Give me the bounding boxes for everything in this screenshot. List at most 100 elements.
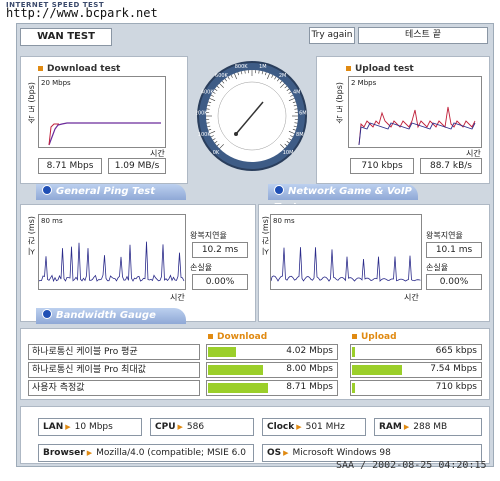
game-ping-loss-label: 손실율 <box>426 263 449 272</box>
bandwidth-row-label: 하나로통신 케이블 Pro 평균 <box>28 344 200 360</box>
upload-bar-value: 665 kbps <box>435 346 477 356</box>
browser-label: Browser <box>39 448 92 458</box>
download-bar: 8.71 Mbps <box>206 380 338 396</box>
play-dot-icon <box>42 309 52 319</box>
gauge-tick-label: 0K <box>213 150 220 156</box>
game-ping-scale: 80 ms <box>273 217 295 225</box>
upload-test-title: Upload test <box>346 64 414 74</box>
upload-ylabel: 속 도 (bps) <box>335 82 344 124</box>
general-ping-loss-label: 손실율 <box>190 263 213 272</box>
download-ylabel: 속 도 (bps) <box>27 82 36 124</box>
upload-bar: 710 kbps <box>350 380 482 396</box>
browser-value: Mozilla/4.0 (compatible; MSIE 6.0 <box>96 448 246 458</box>
upload-bar-fill <box>352 365 402 375</box>
timestamp: SAA / 2002-08-25 04:20:15 <box>336 460 487 471</box>
download-bytes: 1.09 MB/s <box>108 158 166 174</box>
download-bar-value: 8.71 Mbps <box>286 382 333 392</box>
upload-line <box>358 106 476 146</box>
download-test-title: Download test <box>38 64 120 74</box>
download-bar-value: 8.00 Mbps <box>286 364 333 374</box>
download-bar-fill <box>208 365 263 375</box>
play-dot-icon <box>42 185 52 195</box>
game-ping-xlabel: 시간 <box>404 293 419 302</box>
gauge-tick-label: 100K <box>198 132 212 138</box>
bandwidth-row-label: 사용자 측정값 <box>28 380 200 396</box>
upload-bar-fill <box>352 347 355 357</box>
upload-line-chart <box>358 106 476 146</box>
upload-bytes: 88.7 kB/s <box>420 158 482 174</box>
gauge-tick-label: 800K <box>235 64 249 70</box>
upload-bar-fill <box>352 383 355 393</box>
gauge-tick-label: 1M <box>259 64 267 70</box>
gauge-tick-label: 200K <box>196 110 208 116</box>
os-label: OS <box>263 448 289 458</box>
tab-wan-test[interactable]: WAN TEST <box>20 28 112 46</box>
upload-bar-value: 7.54 Mbps <box>430 364 477 374</box>
clock-label: Clock <box>263 422 302 432</box>
ping-line <box>38 241 185 283</box>
game-ping-rtt: 10.1 ms <box>426 242 482 258</box>
lan-label: LAN <box>39 422 71 432</box>
clock-info: Clock501 MHz <box>262 418 366 436</box>
general-ping-ylabel: 시 간 (ms) <box>27 216 36 256</box>
upload-bar-value: 710 kbps <box>435 382 477 392</box>
upload-graph: 2 Mbps <box>348 76 482 148</box>
upload-avg-line <box>358 122 476 146</box>
bandwidth-row-label: 하나로통신 케이블 Pro 최대값 <box>28 362 200 378</box>
general-ping-rtt-label: 왕복지연율 <box>190 231 227 240</box>
upload-scale: 2 Mbps <box>351 79 377 87</box>
os-value: Microsoft Windows 98 <box>292 448 391 458</box>
bandwidth-gauge-header[interactable]: Bandwidth Gauge <box>36 308 186 324</box>
download-bar: 4.02 Mbps <box>206 344 338 360</box>
game-ping-loss: 0.00% <box>426 274 482 290</box>
gauge-tick-label: 6M <box>299 110 307 116</box>
bandwidth-download-header: Download <box>208 332 267 342</box>
clock-value: 501 MHz <box>305 422 345 432</box>
bandwidth-gauge-title: Bandwidth Gauge <box>56 310 156 321</box>
lan-value: 10 Mbps <box>74 422 113 432</box>
ping-line <box>270 247 421 282</box>
ram-label: RAM <box>375 422 409 432</box>
download-bar-value: 4.02 Mbps <box>286 346 333 356</box>
gauge-tick-label: 600K <box>215 73 229 79</box>
download-graph: 20 Mbps <box>38 76 166 148</box>
upload-bps: 710 kbps <box>350 158 414 174</box>
general-ping-xlabel: 시간 <box>170 293 185 302</box>
gauge-tick-label: 10M <box>283 150 294 156</box>
download-line <box>48 122 161 146</box>
general-ping-header[interactable]: General Ping Test <box>36 184 186 200</box>
upload-bar: 665 kbps <box>350 344 482 360</box>
ram-info: RAM 288 MB <box>374 418 482 436</box>
play-dot-icon <box>274 185 284 195</box>
cpu-info: CPU586 <box>150 418 254 436</box>
download-bps: 8.71 Mbps <box>38 158 102 174</box>
lan-info: LAN10 Mbps <box>38 418 142 436</box>
general-ping-scale: 80 ms <box>41 217 63 225</box>
gauge-tick-label: 8M <box>296 132 304 138</box>
upload-bar: 7.54 Mbps <box>350 362 482 378</box>
game-ping-header[interactable]: Network Game & VoIP Test <box>268 184 418 213</box>
game-ping-rtt-label: 왕복지연율 <box>426 231 463 240</box>
general-ping-loss: 0.00% <box>192 274 248 290</box>
speed-gauge: 0K 100K 200K 400K 600K 800K 1M 2M 4M 6M 8M 10M <box>195 60 308 172</box>
general-ping-graph: 80 ms <box>38 214 186 290</box>
download-bar-fill <box>208 347 236 357</box>
game-ping-chart <box>270 247 421 282</box>
download-line-chart <box>48 122 161 146</box>
try-again-button[interactable]: Try again <box>309 27 355 44</box>
ram-value: 288 MB <box>413 422 448 432</box>
general-ping-chart <box>38 241 185 283</box>
gauge-tick-label: 4M <box>293 90 301 96</box>
cpu-label: CPU <box>151 422 183 432</box>
download-bar-fill <box>208 383 268 393</box>
download-bar: 8.00 Mbps <box>206 362 338 378</box>
cpu-value: 586 <box>186 422 205 432</box>
general-ping-title: General Ping Test <box>56 186 156 197</box>
gauge-tick-label: 2M <box>279 73 287 79</box>
gauge-tick-label: 400K <box>201 90 215 96</box>
bandwidth-upload-header: Upload <box>352 332 397 342</box>
browser-info: Browser Mozilla/4.0 (compatible; MSIE 6.0 <box>38 444 254 462</box>
download-scale: 20 Mbps <box>41 79 71 87</box>
site-url[interactable]: http://www.bcpark.net <box>6 6 158 20</box>
test-status-button[interactable]: 테스트 끝 <box>358 27 488 44</box>
